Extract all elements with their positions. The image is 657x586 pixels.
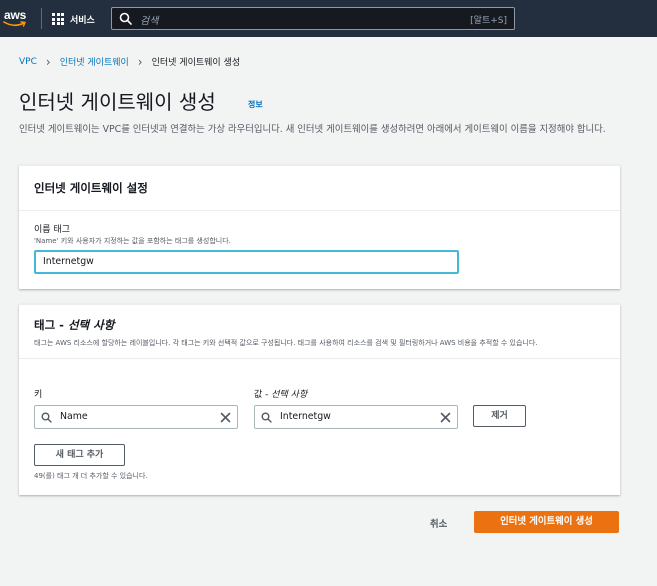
tag-key-value: Name [60, 411, 88, 422]
tag-key-label: 키 [34, 390, 43, 400]
tag-key-input[interactable]: Name [34, 405, 238, 429]
global-search-input[interactable]: 검색 [알트+S] [111, 7, 515, 30]
tags-panel-header: 태그 - 선택 사항 태그는 AWS 리소스에 할당하는 레이블입니다. 각 태… [19, 305, 620, 359]
aws-logo[interactable]: aws [3, 8, 29, 30]
nav-divider [41, 8, 42, 29]
search-placeholder: 검색 [140, 16, 159, 27]
search-icon [41, 412, 52, 423]
breadcrumb: VPC › 인터넷 게이트웨이 › 인터넷 게이트웨이 생성 [19, 54, 241, 69]
page-title: 인터넷 게이트웨이 생성 [19, 90, 216, 114]
search-icon [261, 412, 272, 423]
chevron-right-icon: › [45, 54, 51, 69]
tags-panel-description: 태그는 AWS 리소스에 할당하는 레이블입니다. 각 태그는 키와 선택적 값… [34, 339, 538, 347]
tag-value-value: Internetgw [280, 411, 331, 422]
page-description: 인터넷 게이트웨이는 VPC를 인터넷과 연결하는 가상 라우터입니다. 새 인… [19, 124, 606, 135]
grid-icon [52, 13, 64, 25]
add-tag-button[interactable]: 새 태그 추가 [34, 444, 125, 466]
name-tag-hint: 'Name' 키와 사용자가 지정하는 값을 포함하는 태그를 생성합니다. [34, 237, 231, 245]
clear-icon[interactable] [440, 412, 451, 423]
search-shortcut-hint: [알트+S] [470, 16, 507, 26]
tag-value-input[interactable]: Internetgw [254, 405, 458, 429]
tag-value-label: 값 - 선택 사항 [254, 390, 308, 400]
name-tag-label: 이름 태그 [34, 225, 70, 235]
cancel-button[interactable]: 취소 [430, 516, 447, 530]
create-gateway-button[interactable]: 인터넷 게이트웨이 생성 [474, 511, 619, 533]
breadcrumb-vpc[interactable]: VPC [19, 57, 37, 67]
tags-panel: 태그 - 선택 사항 태그는 AWS 리소스에 할당하는 레이블입니다. 각 태… [19, 304, 620, 495]
services-label: 서비스 [70, 15, 95, 26]
search-icon [119, 12, 132, 25]
chevron-right-icon: › [137, 54, 143, 69]
aws-smile-icon [3, 21, 27, 27]
aws-logo-text: aws [4, 8, 27, 22]
info-link[interactable]: 정보 [248, 99, 263, 110]
top-navigation: aws 서비스 검색 [알트+S] [0, 0, 657, 37]
remaining-tags-text: 49(를) 태그 개 더 추가할 수 있습니다. [34, 472, 148, 480]
remove-tag-button[interactable]: 제거 [473, 405, 526, 427]
tags-panel-title: 태그 - [34, 318, 68, 332]
breadcrumb-current: 인터넷 게이트웨이 생성 [151, 58, 241, 68]
tags-panel-optional: 선택 사항 [67, 318, 115, 332]
name-tag-input[interactable]: Internetgw [34, 250, 459, 274]
clear-icon[interactable] [220, 412, 231, 423]
settings-panel-header: 인터넷 게이트웨이 설정 [19, 166, 620, 211]
breadcrumb-internet-gateways[interactable]: 인터넷 게이트웨이 [60, 55, 129, 68]
gateway-settings-panel: 인터넷 게이트웨이 설정 이름 태그 'Name' 키와 사용자가 지정하는 값… [19, 165, 620, 289]
services-menu-button[interactable]: 서비스 [52, 11, 95, 27]
